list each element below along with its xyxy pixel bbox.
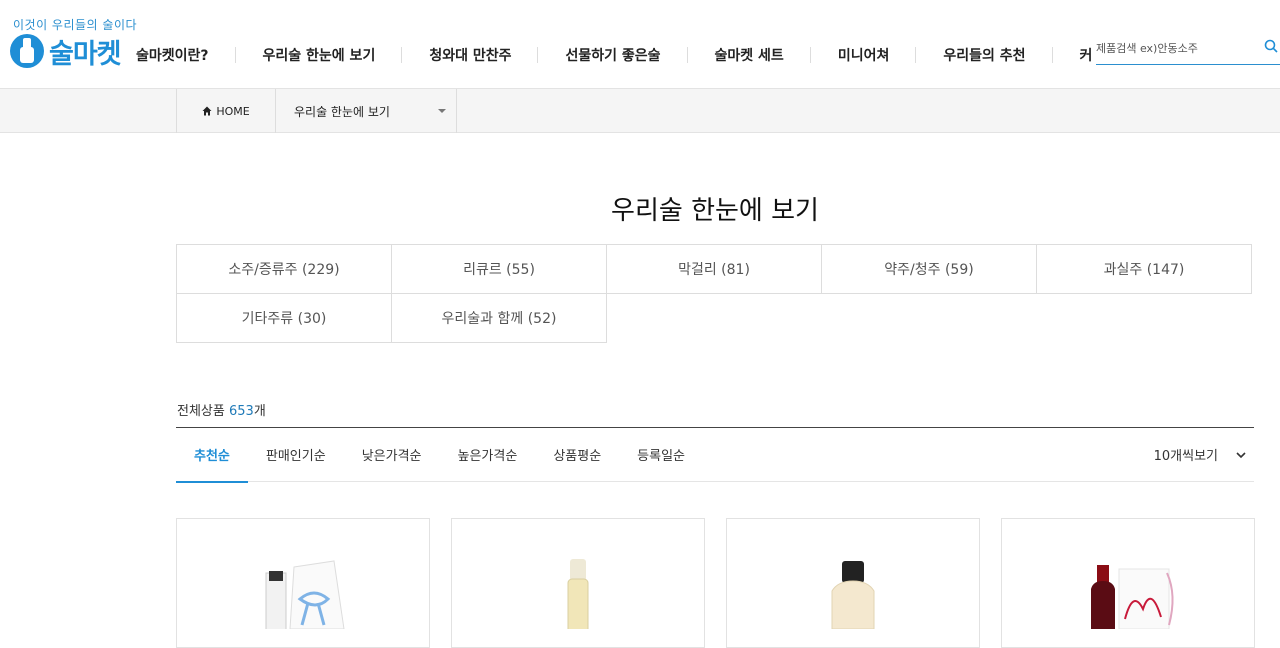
sort-date-tab[interactable]: 등록일순 — [619, 428, 703, 481]
search-input[interactable] — [1096, 34, 1256, 62]
chevron-down-icon — [1236, 451, 1246, 458]
page-title: 우리술 한눈에 보기 — [611, 196, 819, 226]
sort-recommend-tab[interactable]: 추천순 — [176, 428, 248, 483]
total-label: 전체상품 — [177, 404, 225, 419]
nav-about[interactable]: 술마켓이란? — [130, 45, 236, 65]
total-number: 653 — [228, 404, 254, 419]
site-header: 이것이 우리들의 술이다 술마켓 술마켓이란? 우리술 한눈에 보기 청와대 만… — [0, 0, 1280, 88]
category-soju[interactable]: 소주/증류주 (229) — [176, 244, 392, 294]
caret-down-icon — [438, 109, 446, 113]
product-card[interactable] — [726, 518, 980, 648]
product-card[interactable] — [451, 518, 705, 648]
search-box — [1096, 34, 1280, 65]
sort-low-price-tab[interactable]: 낮은가격순 — [344, 428, 440, 481]
breadcrumb-category-select[interactable]: 우리술 한눈에 보기 — [276, 89, 457, 133]
search-icon[interactable] — [1264, 39, 1278, 53]
bottle-logo-icon — [10, 34, 44, 68]
total-count: 전체상품 653개 — [177, 400, 266, 419]
category-liqueur[interactable]: 리큐르 (55) — [391, 244, 607, 294]
product-list — [176, 518, 1255, 648]
white-bottle-with-blue-ribbon-icon — [265, 560, 345, 629]
category-fruit-wine[interactable]: 과실주 (147) — [1036, 244, 1252, 294]
site-logo[interactable]: 술마켓 — [10, 31, 122, 71]
product-card[interactable] — [1001, 518, 1255, 648]
red-wine-bottle-icon — [1091, 565, 1174, 629]
category-etc[interactable]: 기타주류 (30) — [176, 293, 392, 343]
nav-gift[interactable]: 선물하기 좋은술 — [538, 45, 688, 65]
nav-set[interactable]: 술마켓 세트 — [688, 45, 812, 65]
sort-review-tab[interactable]: 상품평순 — [535, 428, 619, 481]
breadcrumb: HOME 우리술 한눈에 보기 — [0, 88, 1280, 133]
category-with[interactable]: 우리술과 함께 (52) — [391, 293, 607, 343]
nav-recommend[interactable]: 우리들의 추천 — [916, 45, 1053, 65]
sort-bar: 추천순 판매인기순 낮은가격순 높은가격순 상품평순 등록일순 10개씩보기 — [176, 428, 1254, 483]
category-grid: 소주/증류주 (229) 리큐르 (55) 막걸리 (81) 약주/청주 (59… — [176, 244, 1254, 343]
nav-miniature[interactable]: 미니어쳐 — [811, 45, 917, 65]
clear-liquor-bottle-icon — [567, 559, 589, 629]
sort-high-price-tab[interactable]: 높은가격순 — [440, 428, 536, 481]
breadcrumb-home[interactable]: HOME — [176, 89, 276, 133]
breadcrumb-home-label: HOME — [216, 104, 250, 118]
total-unit: 개 — [253, 404, 266, 419]
category-makgeolli[interactable]: 막걸리 (81) — [606, 244, 822, 294]
breadcrumb-current-label: 우리술 한눈에 보기 — [294, 104, 390, 119]
logo-text: 술마켓 — [49, 38, 122, 70]
category-yakju[interactable]: 약주/청주 (59) — [821, 244, 1037, 294]
main-nav: 술마켓이란? 우리술 한눈에 보기 청와대 만찬주 선물하기 좋은술 술마켓 세… — [130, 37, 1119, 73]
nav-all-liquor[interactable]: 우리술 한눈에 보기 — [236, 45, 403, 65]
makgeolli-bottle-icon — [831, 561, 875, 629]
per-page-select[interactable]: 10개씩보기 — [1154, 428, 1246, 481]
per-page-label: 10개씩보기 — [1153, 449, 1218, 464]
home-icon — [202, 106, 212, 116]
sort-popular-tab[interactable]: 판매인기순 — [248, 428, 344, 481]
product-card[interactable] — [176, 518, 430, 648]
nav-bluehouse[interactable]: 청와대 만찬주 — [402, 45, 539, 65]
